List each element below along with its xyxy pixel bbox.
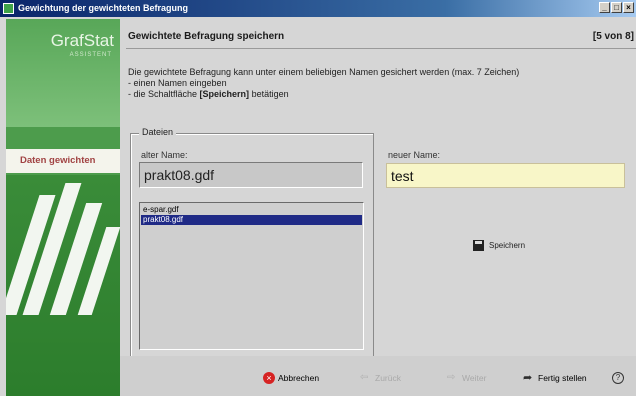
instruction-line: - die Schaltfläche [Speichern] betätigen	[128, 89, 628, 100]
brand-title: GrafStat	[50, 31, 114, 50]
minimize-button[interactable]: _	[599, 2, 610, 13]
instruction-text: betätigen	[249, 89, 289, 99]
page-header: Gewichtete Befragung speichern [5 von 8]	[126, 30, 636, 46]
old-name-label: alter Name:	[141, 150, 188, 160]
arrow-right-icon: ⇨	[447, 372, 456, 383]
instruction-emphasis: [Speichern]	[199, 89, 250, 99]
instruction-line: Die gewichtete Befragung kann unter eine…	[128, 67, 520, 77]
save-button-label: Speichern	[489, 241, 526, 250]
brand-subtitle: ASSISTENT	[69, 52, 112, 58]
help-icon: ?	[612, 372, 624, 384]
list-item[interactable]: e-spar.gdf	[141, 205, 362, 215]
step-indicator: [5 von 8]	[592, 31, 634, 42]
file-list[interactable]: e-spar.gdf prakt08.gdf	[139, 202, 364, 350]
old-name-field: prakt08.gdf	[139, 162, 363, 188]
finish-icon: ➦	[523, 372, 533, 384]
floppy-disk-icon	[473, 240, 484, 251]
instructions: Die gewichtete Befragung kann unter eine…	[128, 67, 628, 100]
title-bar[interactable]: Gewichtung der gewichteten Befragung _ □…	[0, 0, 636, 17]
app-icon	[3, 3, 14, 14]
window-title: Gewichtung der gewichteten Befragung	[18, 3, 189, 13]
files-group-legend: Dateien	[139, 127, 177, 137]
sidebar-step-active: Daten gewichten	[6, 149, 120, 173]
footer-bar: × Abbrechen ⇦ Zurück ⇨ Weiter ➦ Fertig s…	[120, 356, 636, 396]
instruction-line: - einen Namen eingeben	[128, 78, 227, 88]
instruction-text: - die Schaltfläche	[128, 89, 200, 99]
new-name-input[interactable]: test	[386, 163, 625, 188]
next-button-label: Weiter	[462, 373, 487, 383]
finish-button-label: Fertig stellen	[538, 373, 587, 383]
cancel-icon: ×	[263, 372, 275, 384]
new-name-label: neuer Name:	[388, 150, 441, 160]
list-item-selected[interactable]: prakt08.gdf	[141, 215, 362, 225]
close-button[interactable]: ×	[623, 2, 634, 13]
arrow-left-icon: ⇦	[360, 372, 369, 383]
header-divider	[126, 48, 636, 49]
back-button-label: Zurück	[375, 373, 401, 383]
cancel-button-label: Abbrechen	[278, 373, 320, 383]
sidebar: GrafStat ASSISTENT Daten gewichten	[6, 19, 120, 396]
page-title: Gewichtete Befragung speichern	[128, 31, 285, 42]
maximize-button[interactable]: □	[611, 2, 622, 13]
sidebar-step-label: Daten gewichten	[20, 155, 96, 166]
bar-chart-graphic	[6, 175, 120, 396]
brand-panel: GrafStat ASSISTENT	[6, 19, 120, 127]
wizard-window: Gewichtung der gewichteten Befragung _ □…	[0, 0, 636, 396]
